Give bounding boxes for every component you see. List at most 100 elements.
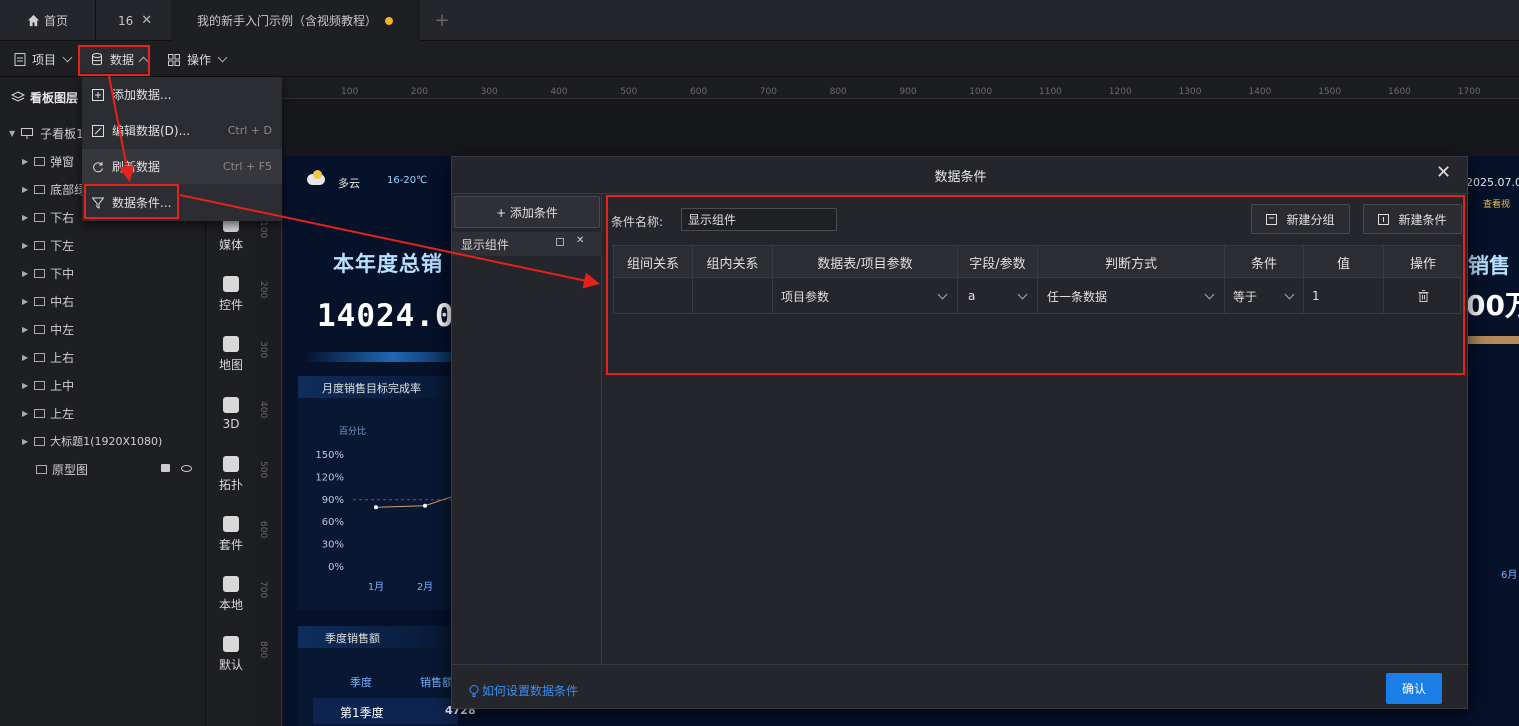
- group-icon: [34, 184, 46, 194]
- tab-home[interactable]: 首页: [0, 0, 95, 41]
- chevron-down-icon: [1284, 289, 1295, 300]
- component-6[interactable]: 本地: [206, 569, 256, 619]
- season-col2: 销售额: [420, 676, 453, 689]
- sun-icon: [313, 170, 322, 179]
- copy-icon[interactable]: [556, 238, 564, 246]
- caret-right-icon[interactable]: ▶: [22, 269, 28, 278]
- layers-icon: [11, 90, 25, 102]
- caret-right-icon[interactable]: ▶: [22, 185, 28, 194]
- confirm-label: 确认: [1401, 682, 1426, 696]
- col-header: 值: [1304, 246, 1384, 278]
- condition-select[interactable]: 等于: [1225, 278, 1304, 314]
- field-select[interactable]: a: [958, 278, 1038, 314]
- ruler-tick: 600: [690, 87, 708, 97]
- tab-16[interactable]: 16 ✕: [95, 0, 171, 41]
- caret-right-icon[interactable]: ▶: [22, 325, 28, 334]
- chevron-down-icon: [217, 52, 228, 63]
- data-menu-button[interactable]: 数据: [80, 46, 150, 73]
- ruler-tick: 700: [258, 581, 268, 599]
- component-label: 媒体: [218, 237, 243, 252]
- operation-menu-button[interactable]: 操作: [168, 46, 238, 73]
- condition-list-item[interactable]: 显示组件 ✕: [452, 232, 602, 256]
- caret-right-icon[interactable]: ▶: [22, 157, 28, 166]
- close-icon[interactable]: ✕: [1436, 162, 1451, 183]
- ruler-tick: 300: [258, 341, 268, 359]
- ruler-tick: 800: [258, 641, 268, 659]
- component-2[interactable]: 地图: [206, 329, 256, 379]
- condition-name-label: 条件名称:: [611, 215, 664, 229]
- component-icon: [223, 635, 239, 652]
- add-condition-button[interactable]: + 添加条件: [454, 196, 600, 228]
- table-param-select[interactable]: 项目参数: [773, 278, 958, 314]
- caret-right-icon[interactable]: ▶: [22, 353, 28, 362]
- new-tab-button[interactable]: +: [420, 0, 464, 41]
- operation-label: 操作: [187, 53, 212, 67]
- caret-right-icon[interactable]: ▶: [22, 381, 28, 390]
- line-chart: 150% 120% 90% 60% 30% 0% 1月 2月: [315, 450, 458, 593]
- group-icon: [34, 268, 46, 278]
- component-3[interactable]: 3D: [206, 389, 256, 439]
- condition-name-input[interactable]: [681, 208, 837, 231]
- layer-item[interactable]: ▶ 下中: [0, 259, 206, 287]
- menu-data-condition[interactable]: 数据条件...: [82, 185, 282, 220]
- dialog-footer-divider: [452, 664, 1469, 665]
- help-link[interactable]: 如何设置数据条件: [469, 682, 578, 699]
- menu-refresh-data[interactable]: 刷新数据 Ctrl + F5: [82, 149, 282, 184]
- component-5[interactable]: 套件: [206, 509, 256, 559]
- y-tick-label: 150%: [315, 450, 344, 461]
- ruler-tick: 500: [258, 461, 268, 479]
- caret-right-icon[interactable]: ▶: [22, 297, 28, 306]
- lock-icon[interactable]: [161, 464, 170, 472]
- cell-inner-relation[interactable]: [693, 278, 773, 314]
- layer-item[interactable]: ▶ 下左: [0, 231, 206, 259]
- temperature-text: 16-20℃: [387, 175, 428, 186]
- ruler-tick: 600: [258, 521, 268, 539]
- tab-label: 首页: [44, 14, 69, 28]
- trash-icon[interactable]: [1418, 290, 1429, 302]
- board-icon: [21, 127, 34, 139]
- caret-right-icon[interactable]: ▶: [22, 409, 28, 418]
- method-select[interactable]: 任一条数据: [1038, 278, 1225, 314]
- layer-item[interactable]: ▶ 大标题1(1920X1080): [0, 427, 206, 455]
- col-header: 数据表/项目参数: [773, 246, 958, 278]
- new-condition-icon: [1378, 213, 1390, 225]
- delete-x-icon[interactable]: ✕: [576, 235, 584, 246]
- new-group-button[interactable]: 新建分组: [1251, 204, 1350, 234]
- menu-add-data[interactable]: 添加数据...: [82, 77, 282, 112]
- big-title: 本年度总销: [333, 252, 443, 276]
- right-date: 2025.07.0: [1466, 176, 1519, 189]
- ruler-tick: 500: [620, 87, 638, 97]
- season-col1: 季度: [350, 676, 372, 689]
- component-label: 地图: [218, 357, 243, 372]
- database-icon: [92, 53, 102, 66]
- ruler-tick: 1600: [1388, 87, 1411, 97]
- layer-item[interactable]: ▶ 中右: [0, 287, 206, 315]
- ruler-tick: 1200: [1108, 87, 1132, 97]
- confirm-button[interactable]: 确认: [1386, 673, 1442, 704]
- component-7[interactable]: 默认: [206, 629, 256, 679]
- caret-right-icon[interactable]: ▶: [22, 241, 28, 250]
- new-condition-button[interactable]: 新建条件: [1363, 204, 1462, 234]
- layer-item[interactable]: ▶ 上左: [0, 399, 206, 427]
- layer-item[interactable]: ▶ 上中: [0, 371, 206, 399]
- group-icon: [34, 436, 46, 446]
- caret-right-icon[interactable]: ▶: [22, 213, 28, 222]
- caret-right-icon[interactable]: ▶: [22, 437, 28, 446]
- layer-item[interactable]: ▶ 中左: [0, 315, 206, 343]
- menu-edit-data[interactable]: 编辑数据(D)... Ctrl + D: [82, 113, 282, 148]
- value-input[interactable]: 1: [1304, 278, 1384, 314]
- component-label: 拓扑: [218, 477, 243, 492]
- component-4[interactable]: 拓扑: [206, 449, 256, 499]
- component-1[interactable]: 控件: [206, 269, 256, 319]
- ruler-tick: 100: [258, 221, 268, 239]
- close-icon[interactable]: ✕: [141, 13, 152, 28]
- project-menu-button[interactable]: 项目: [14, 46, 76, 73]
- ruler-tick: 800: [829, 87, 847, 97]
- menu-shortcut: Ctrl + F5: [222, 160, 272, 173]
- layer-item[interactable]: ▶ 上右: [0, 343, 206, 371]
- layer-item[interactable]: 原型图: [0, 455, 206, 483]
- eye-hidden-icon[interactable]: [181, 465, 192, 472]
- cell-group-relation[interactable]: [614, 278, 693, 314]
- layer-label: 上中: [50, 378, 75, 393]
- tab-project[interactable]: 我的新手入门示例（含视频教程）: [171, 0, 420, 41]
